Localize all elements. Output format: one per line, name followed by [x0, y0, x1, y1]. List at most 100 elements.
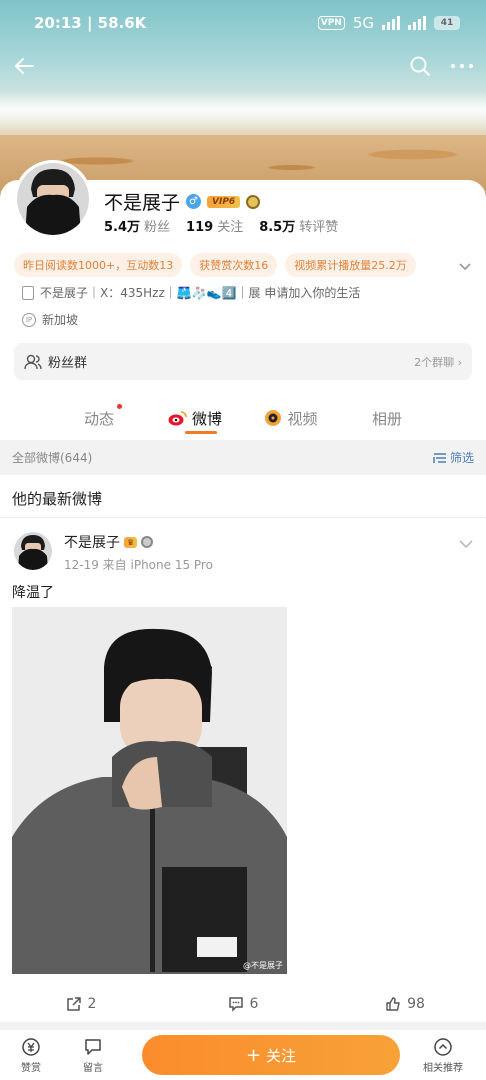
post-actions: 2 6 98: [0, 990, 486, 1018]
bio-text: 不是展子｜X：435Hzz｜🩳🧦👟4️⃣｜展 申请加入你的生活: [40, 286, 361, 300]
fan-group-count: 2个群聊 ›: [414, 355, 462, 369]
reward-button[interactable]: 赞赏: [0, 1037, 62, 1074]
crown-badge-icon: ♛: [124, 536, 138, 548]
comment-count: 6: [249, 996, 259, 1012]
stat-interactions[interactable]: 8.5万 转评赞: [259, 216, 338, 235]
profile-tabs: 动态 微博 视频 相册: [0, 396, 486, 438]
tab-weibo-label: 微博: [191, 410, 222, 428]
profile-name-row: 不是展子 ♂ VIP6: [104, 188, 261, 215]
weibo-icon: [168, 411, 187, 426]
status-time: 20:13 | 58.6K: [34, 14, 147, 32]
tab-album[interactable]: 相册: [339, 396, 435, 438]
avatar[interactable]: [14, 160, 92, 238]
document-icon: [22, 285, 34, 300]
filter-bar: 全部微博(644) 筛选: [0, 440, 486, 475]
post-author-name[interactable]: 不是展子: [64, 532, 120, 552]
stat-following[interactable]: 119 关注: [186, 216, 243, 235]
related-button[interactable]: 相关推荐: [412, 1037, 474, 1074]
like-button[interactable]: 98: [324, 990, 486, 1018]
comment-button[interactable]: 6: [162, 990, 324, 1018]
battery-icon: 41: [434, 16, 460, 30]
network-type: 5G: [352, 14, 374, 32]
plus-icon: +: [245, 1044, 262, 1066]
all-posts-count: 全部微博(644): [12, 451, 93, 465]
gender-male-icon: ♂: [186, 194, 202, 209]
post-image[interactable]: @不是展子: [12, 607, 287, 974]
post-avatar-photo: [14, 532, 52, 570]
back-button[interactable]: [8, 50, 40, 82]
vip-badge[interactable]: VIP6: [207, 195, 241, 208]
stat-followers[interactable]: 5.4万 粉丝: [104, 216, 170, 235]
achievement-tags: 昨日阅读数1000+，互动数13 获赞赏次数16 视频累计播放量25.2万: [14, 253, 416, 277]
top-nav: [0, 46, 486, 86]
medal-icon: [141, 536, 154, 548]
avatar-photo: [17, 163, 89, 235]
follow-button[interactable]: + 关注: [142, 1035, 400, 1075]
repost-count: 2: [87, 996, 97, 1012]
filter-button[interactable]: 筛选: [433, 449, 474, 466]
status-bar: 20:13 | 58.6K VPN 5G 41: [0, 0, 486, 46]
post-photo: [12, 607, 287, 974]
expand-tags-button[interactable]: [458, 257, 472, 276]
post-menu-button[interactable]: [458, 534, 474, 553]
tab-dynamic-label: 动态: [83, 410, 114, 428]
location-text: 新加坡: [42, 313, 79, 327]
reward-icon: [22, 1037, 40, 1056]
video-icon: [265, 410, 282, 426]
signal-icon: [382, 16, 400, 30]
chevron-down-icon: [459, 540, 473, 549]
more-icon: [451, 64, 473, 68]
back-arrow-icon: [15, 58, 34, 74]
chevron-up-circle-icon: [434, 1037, 452, 1056]
reward-label: 赞赏: [21, 1062, 41, 1074]
filter-label: 筛选: [449, 451, 474, 465]
tab-weibo[interactable]: 微博: [147, 396, 243, 438]
profile-screen: 20:13 | 58.6K VPN 5G 41 不是展子 ♂ VIP6 5.4万…: [0, 0, 486, 1080]
vpn-icon: VPN: [317, 16, 345, 30]
fan-group-label: 粉丝群: [48, 356, 88, 371]
search-button[interactable]: [404, 50, 436, 82]
related-label: 相关推荐: [423, 1062, 463, 1074]
tag-reading[interactable]: 昨日阅读数1000+，互动数13: [14, 253, 183, 277]
fan-group-row[interactable]: 粉丝群 2个群聊 ›: [14, 343, 472, 380]
profile-name: 不是展子: [104, 192, 181, 214]
tag-rewards[interactable]: 获赞赏次数16: [190, 253, 278, 277]
location-row: IP 新加坡: [22, 311, 78, 328]
tab-video[interactable]: 视频: [243, 396, 339, 438]
message-button[interactable]: 留言: [62, 1037, 124, 1074]
more-button[interactable]: [446, 50, 478, 82]
wifi-signal-icon: [408, 16, 426, 30]
filter-icon: [433, 452, 446, 463]
bottom-bar: 赞赏 留言 + 关注 相关推荐: [0, 1030, 486, 1080]
message-label: 留言: [83, 1062, 103, 1074]
section-separator: [0, 1022, 486, 1030]
message-icon: [85, 1038, 101, 1055]
medal-icon[interactable]: [246, 194, 261, 209]
image-watermark: @不是展子: [243, 961, 283, 970]
bio-row: 不是展子｜X：435Hzz｜🩳🧦👟4️⃣｜展 申请加入你的生活: [22, 284, 360, 301]
repost-icon: [66, 997, 81, 1011]
tab-video-label: 视频: [287, 410, 318, 428]
search-icon: [410, 56, 430, 76]
thumbs-up-icon: [386, 997, 400, 1011]
chevron-down-icon: [459, 263, 471, 271]
new-dot: [117, 404, 122, 409]
post-text: 降温了: [12, 585, 54, 601]
like-count: 98: [407, 996, 425, 1012]
status-right: VPN 5G 41: [317, 14, 460, 32]
post-author-row: 不是展子 ♛: [64, 532, 154, 552]
section-title: 他的最新微博: [12, 490, 103, 508]
banner-surf: [0, 92, 486, 132]
tab-album-label: 相册: [371, 410, 402, 428]
follow-label: 关注: [266, 1046, 297, 1065]
comment-icon: [228, 997, 243, 1012]
repost-button[interactable]: 2: [0, 990, 162, 1018]
group-icon: [24, 354, 42, 369]
post-meta: 12-19 来自 iPhone 15 Pro: [64, 558, 213, 572]
divider: [0, 517, 486, 518]
post-author-avatar[interactable]: [14, 532, 52, 570]
profile-stats: 5.4万 粉丝 119 关注 8.5万 转评赞: [104, 216, 338, 235]
tab-dynamic[interactable]: 动态: [51, 396, 147, 438]
tag-video-plays[interactable]: 视频累计播放量25.2万: [285, 253, 416, 277]
ip-icon: IP: [22, 312, 36, 327]
